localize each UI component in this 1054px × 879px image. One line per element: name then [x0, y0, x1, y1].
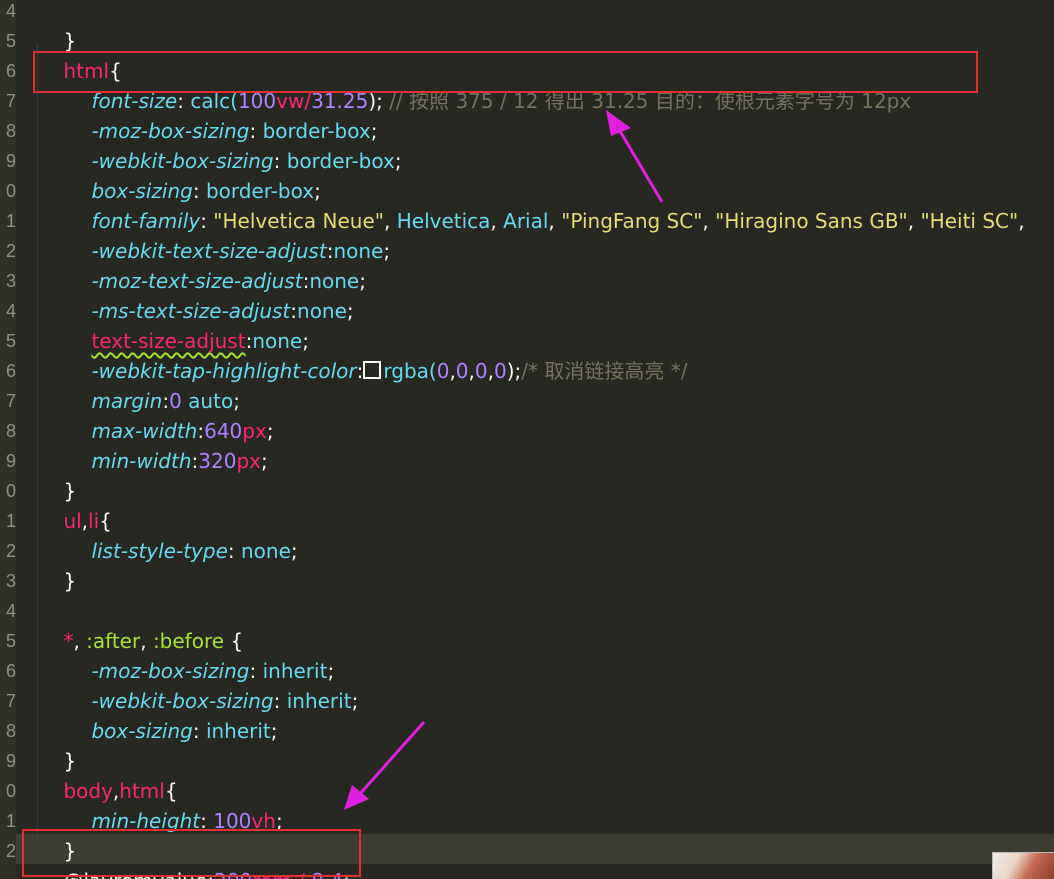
annotation-arrows: [344, 110, 664, 810]
code-editor[interactable]: 45678901234567890123456789012 } html{ fo…: [0, 0, 1054, 879]
annotation-arrow: [344, 721, 426, 810]
profile-thumbnail-image: [992, 852, 1054, 879]
annotation-arrow: [606, 110, 664, 203]
